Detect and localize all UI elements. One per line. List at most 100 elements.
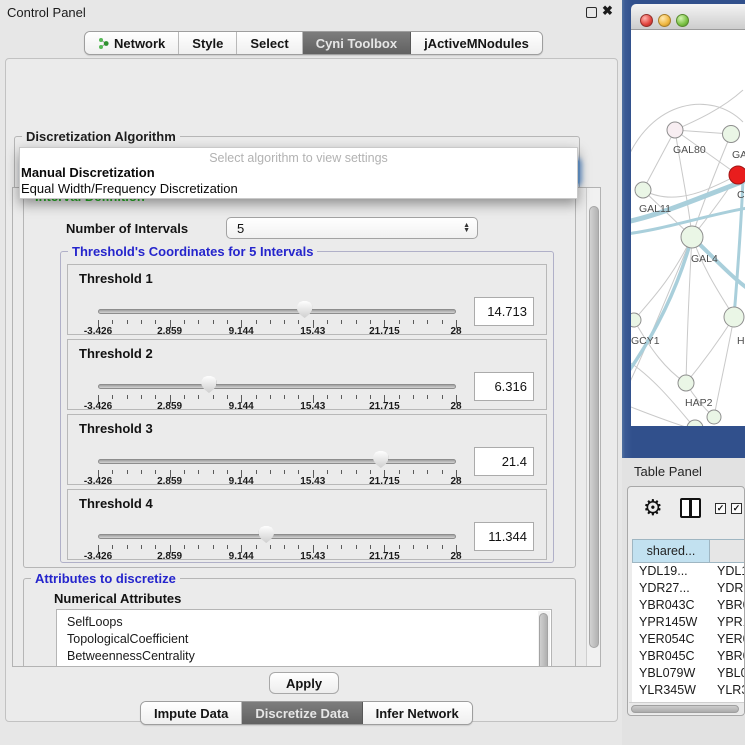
table-row[interactable]: YBL079WYBL0 — [632, 665, 745, 682]
slider-thumb[interactable] — [201, 376, 216, 393]
network-window-titlebar[interactable] — [631, 4, 745, 30]
right-column: GAL80GAGAL11CGAL4GCY1HHAP2 Table Panel ⚙… — [622, 0, 745, 745]
network-icon — [98, 37, 109, 50]
table-row[interactable]: YPR145WYPR1 — [632, 614, 745, 631]
network-edge — [686, 317, 734, 383]
cell-shared-name: YDR27... — [632, 580, 710, 597]
slider-scale-labels: -3.4262.8599.14415.4321.71528 — [98, 551, 456, 563]
table-row[interactable]: YLR345WYLR3 — [632, 682, 745, 699]
apply-button[interactable]: Apply — [269, 672, 339, 694]
slider-track[interactable] — [98, 309, 456, 314]
table-horizontal-scrollbar[interactable] — [629, 702, 745, 714]
threshold-slider[interactable]: -3.4262.8599.14415.4321.71528 — [98, 415, 456, 484]
network-edge — [634, 237, 692, 320]
slider-thumb[interactable] — [259, 526, 274, 543]
tab-style[interactable]: Style — [179, 32, 237, 54]
number-of-intervals-value: 5 — [237, 221, 244, 236]
settings-scrollbar[interactable] — [586, 188, 600, 666]
gear-icon[interactable]: ⚙ — [643, 495, 663, 521]
number-of-intervals-label: Number of Intervals — [66, 221, 188, 236]
attribute-item[interactable]: BetweennessCentrality — [67, 648, 551, 665]
algorithm-option[interactable]: Manual Discretization — [21, 165, 155, 180]
tab-network[interactable]: Network — [85, 32, 179, 54]
table-row[interactable]: YDL19...YDL1 — [632, 563, 745, 580]
cell-name: YBR0 — [710, 597, 745, 614]
network-node-gal80[interactable] — [667, 122, 683, 138]
attribute-item[interactable]: TopologicalCoefficient — [67, 631, 551, 648]
table-row[interactable]: YBR045CYBR0 — [632, 648, 745, 665]
close-window-icon[interactable] — [640, 14, 653, 27]
table-row[interactable]: YER054CYER0 — [632, 631, 745, 648]
tab-jactivemnodules[interactable]: jActiveMNodules — [411, 32, 542, 54]
float-panel-icon[interactable] — [586, 7, 597, 18]
threshold-value-field[interactable]: 11.344 — [474, 522, 534, 551]
slider-scale-labels: -3.4262.8599.14415.4321.71528 — [98, 476, 456, 488]
close-panel-icon[interactable]: ✖ — [602, 3, 613, 19]
slider-track[interactable] — [98, 534, 456, 539]
tab-impute-data[interactable]: Impute Data — [141, 702, 242, 724]
network-canvas[interactable]: GAL80GAGAL11CGAL4GCY1HHAP2 — [631, 30, 745, 426]
network-edge — [675, 90, 743, 130]
tab-label: Discretize Data — [255, 706, 348, 721]
tab-label: Impute Data — [154, 706, 228, 721]
control-panel: Control Panel ✖ NetworkStyleSelectCyni T… — [0, 0, 622, 745]
network-node[interactable] — [729, 166, 745, 184]
cell-shared-name: YDL19... — [632, 563, 710, 580]
network-view-window: GAL80GAGAL11CGAL4GCY1HHAP2 — [622, 0, 745, 458]
threshold-value-field[interactable]: 21.4 — [474, 447, 534, 476]
app-window: Control Panel ✖ NetworkStyleSelectCyni T… — [0, 0, 745, 745]
algorithm-placeholder: Select algorithm to view settings — [20, 151, 577, 165]
slider-thumb[interactable] — [297, 301, 312, 318]
network-node[interactable] — [707, 410, 721, 424]
network-node-gal11[interactable] — [635, 182, 651, 198]
tab-cyni-toolbox[interactable]: Cyni Toolbox — [303, 32, 411, 54]
threshold-value-field[interactable]: 14.713 — [474, 297, 534, 326]
tab-label: jActiveMNodules — [424, 36, 529, 51]
number-of-intervals-combobox[interactable]: 5 ▲▼ — [226, 217, 478, 239]
column-header-name[interactable]: n — [710, 539, 745, 563]
network-node-hap2[interactable] — [678, 375, 694, 391]
network-node-h[interactable] — [724, 307, 744, 327]
threshold-panel: Threshold 3-3.4262.8599.14415.4321.71528… — [67, 414, 547, 485]
node-label: GA — [732, 149, 745, 161]
attribute-item[interactable]: SelfLoops — [67, 614, 551, 631]
node-label: C — [737, 189, 745, 201]
control-panel-title: Control Panel — [7, 5, 86, 20]
tab-discretize-data[interactable]: Discretize Data — [242, 702, 362, 724]
network-edge — [643, 130, 675, 190]
algorithm-option[interactable]: Equal Width/Frequency Discretization — [21, 181, 238, 196]
cell-name: YBR0 — [710, 648, 745, 665]
cell-name: YDL1 — [710, 563, 745, 580]
tab-select[interactable]: Select — [237, 32, 302, 54]
threshold-slider[interactable]: -3.4262.8599.14415.4321.71528 — [98, 490, 456, 559]
cell-shared-name: YBL079W — [632, 665, 710, 682]
slider-track[interactable] — [98, 384, 456, 389]
threshold-slider[interactable]: -3.4262.8599.14415.4321.71528 — [98, 265, 456, 334]
network-node[interactable] — [723, 126, 740, 143]
settings-scrollbar-thumb[interactable] — [589, 206, 599, 648]
table-row[interactable]: YDR27...YDR2 — [632, 580, 745, 597]
interval-definition-group: Interval Definition Number of Intervals … — [23, 196, 576, 568]
network-node-gal4[interactable] — [681, 226, 703, 248]
tab-label: Infer Network — [376, 706, 459, 721]
thresholds-group: Threshold's Coordinates for 5 Intervals … — [60, 251, 554, 563]
bottom-tab-bar: Impute Data Discretize Data Infer Network — [140, 701, 473, 725]
checkbox-icon[interactable]: ✓ — [715, 503, 726, 514]
threshold-value-field[interactable]: 6.316 — [474, 372, 534, 401]
column-header-shared-name[interactable]: shared... — [632, 539, 710, 563]
threshold-slider[interactable]: -3.4262.8599.14415.4321.71528 — [98, 340, 456, 409]
columns-icon[interactable] — [680, 498, 701, 518]
minimize-window-icon[interactable] — [658, 14, 671, 27]
attributes-list-scrollbar[interactable] — [538, 611, 550, 667]
cell-shared-name: YPR145W — [632, 614, 710, 631]
checkbox-icon[interactable]: ✓ — [731, 503, 742, 514]
slider-track[interactable] — [98, 459, 456, 464]
numerical-attributes-label: Numerical Attributes — [54, 591, 181, 606]
network-node-gcy1[interactable] — [631, 313, 641, 327]
slider-thumb[interactable] — [373, 451, 388, 468]
table-row[interactable]: YBR043CYBR0 — [632, 597, 745, 614]
table-hscrollbar-thumb[interactable] — [631, 705, 739, 713]
zoom-window-icon[interactable] — [676, 14, 689, 27]
tab-infer-network[interactable]: Infer Network — [363, 702, 472, 724]
top-tab-bar: NetworkStyleSelectCyni Toolbox jActiveMNo… — [84, 31, 543, 55]
